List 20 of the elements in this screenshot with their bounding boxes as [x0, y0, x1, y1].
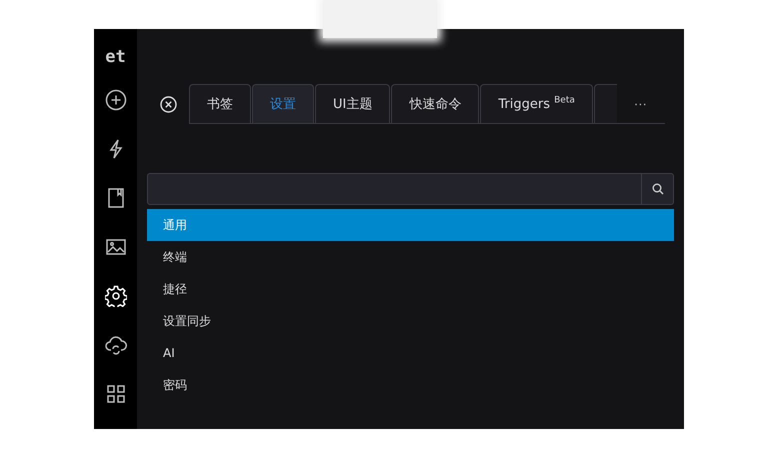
settings-category[interactable]: 密码	[147, 369, 674, 401]
more-button[interactable]: ···	[628, 84, 653, 123]
app-logo: et	[105, 47, 126, 67]
search-field[interactable]	[147, 173, 674, 205]
close-icon[interactable]	[160, 96, 177, 112]
settings-icon[interactable]	[104, 285, 126, 307]
tab[interactable]: UI主题	[315, 84, 390, 123]
tab[interactable]: Triggers $^{Beta}$	[480, 84, 593, 123]
grid-icon[interactable]	[104, 383, 126, 405]
settings-category[interactable]: 捷径	[147, 273, 674, 305]
cloud-sync-icon[interactable]	[104, 334, 126, 356]
tab[interactable]: 设置	[252, 84, 314, 123]
search-icon	[652, 183, 664, 195]
tab[interactable]: 快速命令	[391, 84, 480, 123]
settings-category[interactable]: AI	[147, 337, 674, 369]
settings-category[interactable]: 终端	[147, 241, 674, 273]
settings-category[interactable]: 通用	[147, 209, 674, 241]
settings-category[interactable]: 设置同步	[147, 305, 674, 337]
tab[interactable]: 书签	[189, 84, 251, 123]
add-icon[interactable]	[104, 89, 126, 111]
